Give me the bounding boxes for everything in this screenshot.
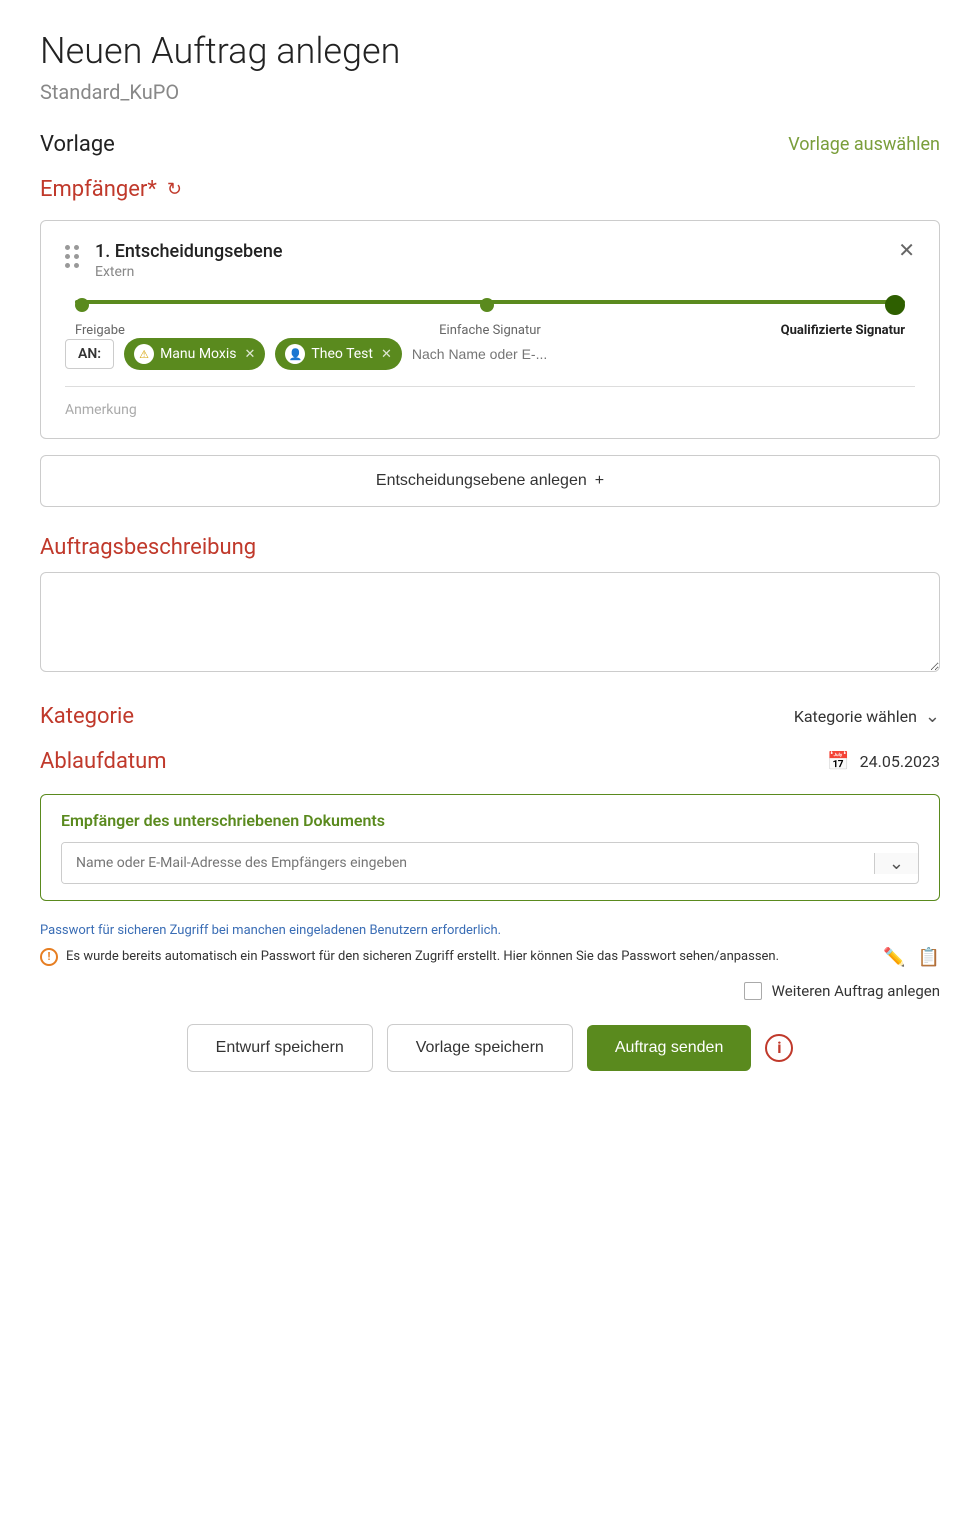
recipient-search-input[interactable] [412, 346, 915, 362]
calendar-icon: 📅 [827, 751, 849, 772]
ablaufdatum-row: Ablaufdatum 📅 24.05.2023 [40, 749, 940, 774]
chevron-down-icon: ⌄ [925, 706, 940, 727]
kategorie-select-label: Kategorie wählen [794, 707, 917, 726]
entscheidungsebene-card: 1. Entscheidungsebene Extern ✕ Freigabe … [40, 220, 940, 439]
slider-point-qualifiziert [885, 295, 905, 315]
recipients-row: AN: ⚠ Manu Moxis ✕ 👤 Theo Test ✕ [65, 338, 915, 370]
label-freigabe: Freigabe [75, 323, 352, 338]
slider-labels: Freigabe Einfache Signatur Qualifizierte… [75, 323, 905, 338]
dot [74, 254, 79, 259]
an-label: AN: [65, 339, 114, 369]
empfaenger-input-row: ⌄ [61, 842, 919, 884]
beschreibung-label: Auftragsbeschreibung [40, 535, 940, 560]
edit-icon[interactable]: ✏️ [883, 947, 905, 968]
add-ebene-button[interactable]: Entscheidungsebene anlegen + [40, 455, 940, 507]
password-row-container: ! Es wurde bereits automatisch ein Passw… [40, 947, 940, 968]
vorlage-auswählen-link[interactable]: Vorlage auswählen [788, 134, 940, 155]
dot [65, 245, 70, 250]
auftrag-senden-button[interactable]: Auftrag senden [587, 1025, 752, 1071]
empfaenger-text: Empfänger* [40, 177, 157, 202]
drag-handle[interactable] [65, 241, 79, 268]
person-icon: 👤 [285, 344, 305, 364]
slider-point-einfach [480, 298, 494, 312]
page-title: Neuen Auftrag anlegen [40, 30, 940, 72]
vorlage-speichern-button[interactable]: Vorlage speichern [387, 1024, 573, 1072]
checkbox-row: Weiteren Auftrag anlegen [40, 982, 940, 1000]
signatur-slider[interactable]: Freigabe Einfache Signatur Qualifizierte… [65, 300, 915, 338]
empfaenger-doc-input[interactable] [62, 843, 874, 883]
card-header-left: 1. Entscheidungsebene Extern [65, 241, 282, 280]
dot [74, 245, 79, 250]
slider-points [75, 298, 905, 315]
warning-icon: ⚠ [134, 344, 154, 364]
recipient-name-theo: Theo Test [311, 346, 373, 362]
ebene-title: 1. Entscheidungsebene [95, 241, 282, 262]
dot [74, 263, 79, 268]
page-subtitle: Standard_KuPO [40, 80, 940, 104]
weiteren-auftrag-label: Weiteren Auftrag anlegen [772, 982, 940, 1000]
anmerkung-section: Anmerkung [65, 386, 915, 418]
ablaufdatum-label: Ablaufdatum [40, 749, 167, 774]
remove-theo-button[interactable]: ✕ [381, 347, 392, 362]
empfaenger-section-label: Empfänger* ↻ [40, 177, 940, 202]
ebene-subtitle: Extern [95, 264, 282, 280]
label-einfache: Einfache Signatur [352, 323, 629, 338]
dot [65, 263, 70, 268]
password-actions: ✏️ 📋 [883, 947, 940, 968]
password-line1: Passwort für sicheren Zugriff bei manche… [40, 921, 940, 941]
warning-circle-icon: ! [40, 948, 58, 966]
dot [65, 254, 70, 259]
recipient-tag-manu[interactable]: ⚠ Manu Moxis ✕ [124, 338, 265, 370]
kategorie-label: Kategorie [40, 704, 134, 729]
vorlage-label: Vorlage [40, 132, 115, 157]
password-info: Passwort für sicheren Zugriff bei manche… [40, 921, 940, 968]
entwurf-speichern-button[interactable]: Entwurf speichern [187, 1024, 373, 1072]
ablaufdatum-value[interactable]: 📅 24.05.2023 [827, 751, 940, 772]
anmerkung-label: Anmerkung [65, 402, 137, 418]
kategorie-row: Kategorie Kategorie wählen ⌄ [40, 704, 940, 729]
password-line2: Es wurde bereits automatisch ein Passwor… [66, 947, 779, 967]
slider-point-freigabe [75, 298, 89, 312]
copy-icon[interactable]: 📋 [918, 947, 940, 968]
beschreibung-textarea[interactable] [40, 572, 940, 672]
label-qualifiziert: Qualifizierte Signatur [628, 323, 905, 338]
card-title-group: 1. Entscheidungsebene Extern [95, 241, 282, 280]
recipient-tag-theo[interactable]: 👤 Theo Test ✕ [275, 338, 401, 370]
unterschrieben-section: Empfänger des unterschriebenen Dokuments… [40, 794, 940, 901]
recipient-name-manu: Manu Moxis [160, 346, 236, 362]
plus-icon: + [595, 472, 604, 490]
refresh-icon[interactable]: ↻ [167, 179, 182, 200]
bottom-buttons: Entwurf speichern Vorlage speichern Auft… [40, 1024, 940, 1072]
vorlage-row: Vorlage Vorlage auswählen [40, 132, 940, 157]
weiteren-auftrag-checkbox[interactable] [744, 982, 762, 1000]
kategorie-select[interactable]: Kategorie wählen ⌄ [794, 706, 940, 727]
info-circle-icon[interactable]: i [765, 1034, 793, 1062]
ablaufdatum-date: 24.05.2023 [860, 752, 940, 771]
card-header: 1. Entscheidungsebene Extern ✕ [65, 241, 915, 280]
remove-manu-button[interactable]: ✕ [244, 347, 255, 362]
add-ebene-label: Entscheidungsebene anlegen [376, 472, 587, 490]
unterschrieben-title: Empfänger des unterschriebenen Dokuments [61, 811, 919, 830]
empfaenger-chevron-icon[interactable]: ⌄ [874, 853, 918, 874]
close-ebene-button[interactable]: ✕ [898, 241, 915, 261]
